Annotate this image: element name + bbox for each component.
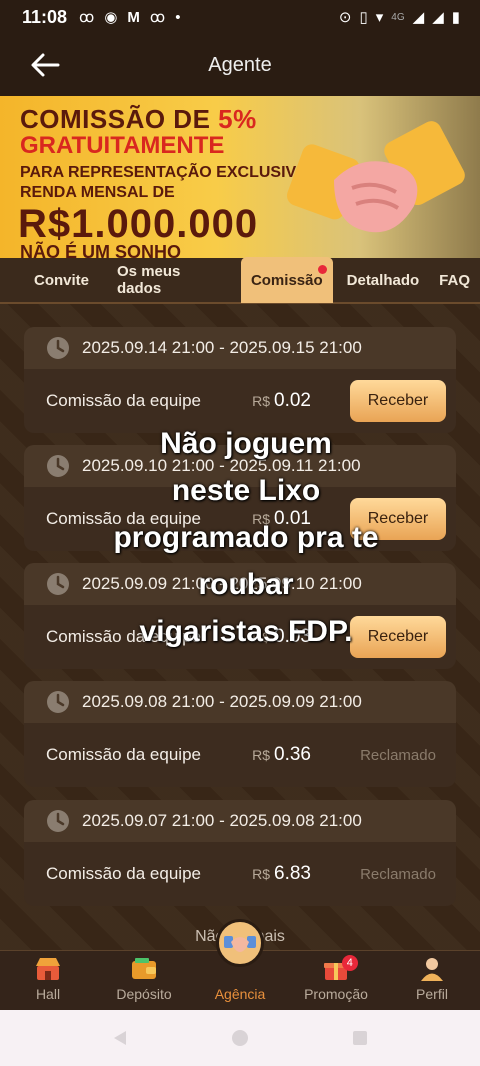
card-body: Comissão da equipe R$ 6.83 Reclamado — [24, 842, 456, 906]
overlay-line: neste Lixo — [171, 474, 321, 507]
card-period: 2025.09.08 21:00 - 2025.09.09 21:00 — [82, 692, 362, 711]
nav-label: Promoção — [304, 986, 368, 1002]
system-navigation-bar — [0, 1010, 480, 1066]
claimed-status: Reclamado — [360, 865, 436, 883]
network-type: 4G — [391, 11, 405, 23]
nav-label: Agência — [214, 986, 266, 1002]
banner-percent: 5% — [218, 104, 257, 134]
overlay-line: programado pra te — [113, 521, 379, 554]
recents-square-icon[interactable] — [350, 1028, 370, 1048]
promo-banner[interactable]: COMISSÃO DE 5% GRATUITAMENTE PARA REPRES… — [0, 96, 480, 258]
commission-card: 2025.09.08 21:00 - 2025.09.09 21:00 Comi… — [24, 681, 456, 787]
header: Agente — [0, 34, 480, 96]
promo-badge: 4 — [341, 955, 358, 971]
banner-headline-text: COMISSÃO DE — [20, 104, 219, 134]
banner-subheadline: GRATUITAMENTE — [20, 132, 225, 159]
commission-amount: 0.02 — [274, 390, 311, 411]
tab-comissao-label: Comissão — [250, 271, 323, 289]
banner-headline: COMISSÃO DE 5% — [20, 104, 257, 135]
currency-symbol: R$ — [252, 747, 270, 763]
commission-amount: 6.83 — [274, 863, 311, 884]
status-bar: 11:08 ꝏ ◉ M ꝏ • ⊙ ▯ ▾ 4G ◢ ◢ ▮ — [0, 0, 480, 34]
commission-label: Comissão da equipe — [46, 391, 201, 410]
gmail-icon: M — [127, 8, 140, 26]
page-title: Agente — [208, 53, 272, 76]
status-time: 11:08 — [22, 6, 68, 27]
clock-icon — [47, 573, 69, 595]
tab-detalhado[interactable]: Detalhado — [337, 257, 430, 303]
nav-perfil[interactable]: Perfil — [384, 951, 480, 1010]
vibrate-icon: ▯ — [359, 9, 368, 26]
claimed-status: Reclamado — [360, 746, 436, 764]
location-pin-icon: ◉ — [104, 9, 118, 26]
home-circle-icon[interactable] — [230, 1028, 250, 1048]
tab-convite[interactable]: Convite — [0, 257, 107, 303]
system-icons: ⊙ ▯ ▾ 4G ◢ ◢ ▮ — [339, 8, 460, 26]
currency-symbol: R$ — [252, 393, 270, 409]
banner-text: RENDA MENSAL DE — [20, 184, 175, 201]
overlay-caption: Não joguem neste Lixo programado pra te … — [96, 420, 396, 655]
overlay-line: vigaristas FDP. — [139, 615, 353, 648]
commission-card: 2025.09.14 21:00 - 2025.09.15 21:00 Comi… — [24, 327, 456, 433]
commission-label: Comissão da equipe — [46, 745, 201, 764]
clock-icon — [47, 337, 69, 359]
sync-icon: ꝏ — [149, 9, 166, 26]
commission-amount: 0.36 — [274, 744, 311, 765]
sync-icon: ꝏ — [79, 9, 95, 26]
clock-icon — [47, 691, 69, 713]
card-header: 2025.09.08 21:00 - 2025.09.09 21:00 — [24, 681, 456, 723]
nav-deposito[interactable]: Depósito — [96, 951, 192, 1010]
banner-amount: R$1.000.000 — [18, 202, 259, 246]
banner-text: PARA REPRESENTAÇÃO EXCLUSIVA — [20, 164, 307, 181]
back-triangle-icon[interactable] — [110, 1028, 130, 1048]
signal-icon: ◢ — [432, 9, 444, 26]
clock-icon — [47, 810, 69, 832]
nav-label: Perfil — [416, 986, 448, 1002]
clock-icon — [47, 455, 69, 477]
commission-card: 2025.09.07 21:00 - 2025.09.08 21:00 Comi… — [24, 800, 456, 906]
commission-label: Comissão da equipe — [46, 864, 201, 883]
banner-text: NÃO É UM SONHO — [20, 242, 182, 258]
tab-bar: Convite Os meus dados Comissão Detalhado… — [0, 257, 480, 304]
tab-comissao[interactable]: Comissão — [240, 257, 333, 303]
handshake-illustration — [286, 121, 465, 233]
card-period: 2025.09.14 21:00 - 2025.09.15 21:00 — [82, 338, 362, 357]
nav-promocao[interactable]: 4 Promoção — [288, 951, 384, 1010]
agency-button[interactable] — [216, 919, 264, 967]
notification-icons: ꝏ ◉ M ꝏ • — [79, 8, 181, 27]
nav-hall[interactable]: Hall — [0, 951, 96, 1010]
dot-icon: • — [175, 8, 181, 26]
signal-icon: ◢ — [412, 9, 425, 26]
wifi-icon: ▾ — [375, 9, 384, 26]
card-header: 2025.09.07 21:00 - 2025.09.08 21:00 — [24, 800, 456, 842]
tab-os-meus-dados[interactable]: Os meus dados — [107, 257, 237, 303]
overlay-line: roubar — [198, 568, 294, 601]
handshake-icon — [224, 936, 256, 952]
card-header: 2025.09.14 21:00 - 2025.09.15 21:00 — [24, 327, 456, 369]
tab-faq[interactable]: FAQ — [429, 257, 480, 303]
shop-icon — [36, 958, 60, 980]
card-period: 2025.09.07 21:00 - 2025.09.08 21:00 — [82, 811, 362, 830]
bottom-nav: Hall Depósito Agência 4 Promoção Perfil — [0, 919, 480, 1010]
receive-button[interactable]: Receber — [350, 380, 446, 422]
nav-agencia[interactable]: Agência — [192, 919, 288, 1010]
user-icon — [421, 958, 443, 981]
notification-dot — [317, 265, 327, 274]
nav-label: Depósito — [116, 986, 172, 1002]
wallet-icon — [132, 958, 156, 979]
nav-label: Hall — [35, 986, 61, 1002]
overlay-line: Não joguem — [160, 427, 332, 460]
back-arrow-icon[interactable] — [28, 50, 62, 80]
card-body: Comissão da equipe R$ 0.36 Reclamado — [24, 723, 456, 787]
location-icon: ⊙ — [338, 9, 352, 26]
battery-icon: ▮ — [451, 9, 460, 26]
currency-symbol: R$ — [252, 866, 270, 882]
